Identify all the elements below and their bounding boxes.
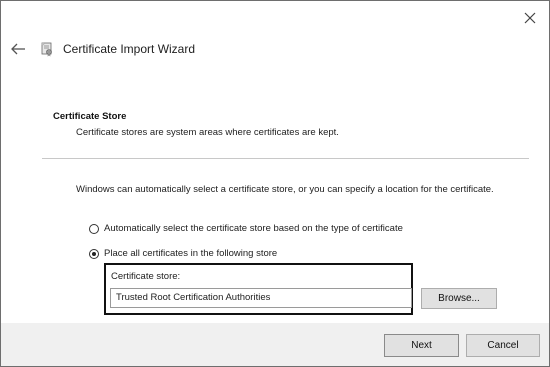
- radio-button-automatic[interactable]: [89, 223, 99, 234]
- browse-button[interactable]: Browse...: [421, 288, 497, 309]
- certificate-import-wizard-window: Certificate Import Wizard Certificate St…: [0, 0, 550, 367]
- section-heading: Certificate Store: [53, 111, 127, 122]
- next-button[interactable]: Next: [384, 334, 459, 357]
- radio-label-place-all: Place all certificates in the following …: [104, 248, 278, 259]
- certificate-store-field[interactable]: Trusted Root Certification Authorities: [110, 288, 412, 308]
- cancel-button[interactable]: Cancel: [466, 334, 540, 357]
- window-title: Certificate Import Wizard: [63, 42, 196, 56]
- radio-option-automatic[interactable]: Automatically select the certificate sto…: [89, 223, 403, 234]
- radio-label-automatic: Automatically select the certificate sto…: [104, 223, 403, 234]
- intro-text: Windows can automatically select a certi…: [76, 184, 494, 195]
- radio-option-place-all[interactable]: Place all certificates in the following …: [89, 248, 277, 259]
- back-arrow-icon[interactable]: [9, 41, 27, 57]
- certificate-wizard-icon: [41, 42, 52, 57]
- radio-button-place-all[interactable]: [89, 248, 99, 259]
- certificate-store-label: Certificate store:: [111, 271, 181, 282]
- close-icon[interactable]: [521, 9, 539, 27]
- section-description: Certificate stores are system areas wher…: [76, 127, 339, 138]
- section-divider: [42, 158, 529, 159]
